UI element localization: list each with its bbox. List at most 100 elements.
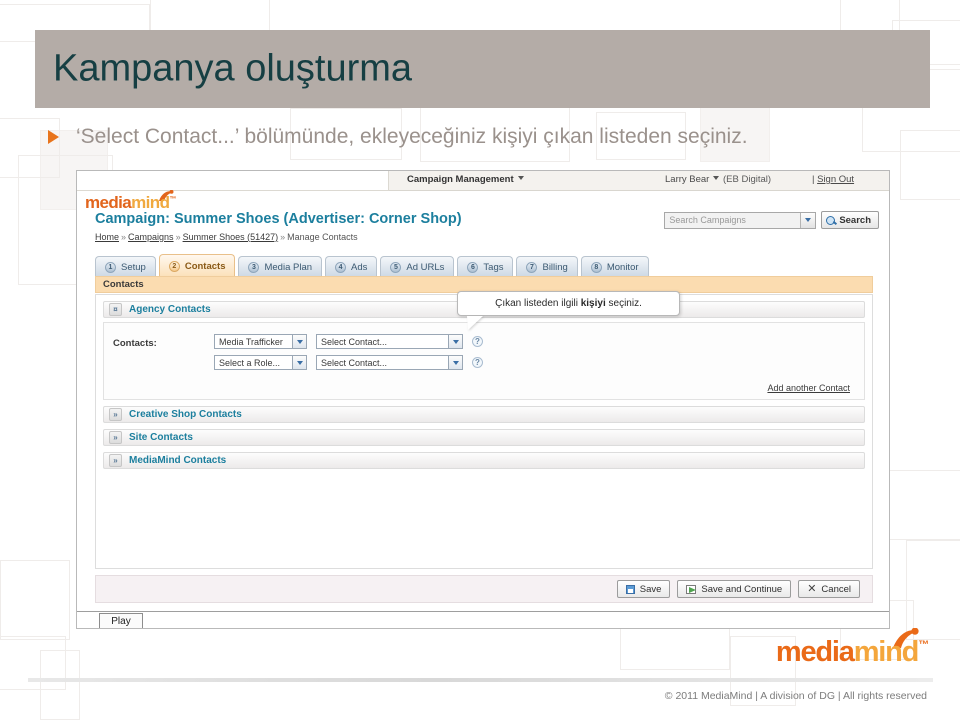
dropdown-toggle[interactable] [448, 356, 462, 369]
tab-media-plan[interactable]: 3 Media Plan [238, 256, 323, 277]
mediamind-footer-logo: mediamind™ [776, 636, 929, 669]
section-header-mediamind-contacts[interactable]: » MediaMind Contacts [103, 452, 865, 469]
contact-select-1-value: Select Contact... [321, 336, 388, 347]
tab-number: 6 [467, 261, 479, 273]
save-button[interactable]: Save [616, 580, 671, 598]
sign-out-link[interactable]: | Sign Out [812, 174, 854, 185]
watermark-rect [150, 0, 270, 32]
tab-bar: 1 Setup 2 Contacts 3 Media Plan 4 Ads 5 Ad UR… [95, 253, 649, 277]
chevron-down-icon [713, 176, 720, 180]
user-menu[interactable]: Larry Bear [665, 174, 720, 185]
floppy-disk-icon [625, 584, 635, 594]
save-and-continue-button[interactable]: Save and Continue [677, 580, 792, 598]
footer-divider [28, 678, 933, 682]
expand-toggle-icon[interactable]: » [109, 431, 122, 444]
mediamind-logo: mediamind™ [85, 193, 176, 213]
sign-out-label: Sign Out [817, 174, 855, 185]
expand-toggle-icon[interactable]: » [109, 454, 122, 467]
cancel-button[interactable]: ✕ Cancel [798, 580, 860, 598]
tab-monitor[interactable]: 8 Monitor [580, 256, 649, 277]
tab-label: Billing [542, 261, 568, 273]
tab-number: 3 [248, 261, 260, 273]
tab-number: 4 [335, 261, 347, 273]
tab-number: 8 [590, 261, 602, 273]
tab-label: Setup [121, 261, 146, 273]
close-x-icon: ✕ [807, 582, 817, 595]
tab-label: Tags [483, 261, 504, 273]
tab-billing[interactable]: 7 Billing [516, 256, 578, 277]
tab-number: 7 [526, 261, 538, 273]
tab-contacts[interactable]: 2 Contacts [158, 254, 236, 277]
bullet-row: ‘Select Contact...’ bölümünde, ekleyeceğ… [35, 118, 935, 156]
form-action-bar: Save Save and Continue ✕ Cancel [95, 575, 873, 603]
app-topbar: Campaign Management Larry Bear (EB Digit… [77, 171, 889, 191]
breadcrumb-item-current: Manage Contacts [287, 232, 358, 242]
tab-setup[interactable]: 1 Setup [95, 256, 156, 277]
search-button[interactable]: Search [821, 211, 879, 229]
section-title: Site Contacts [129, 432, 193, 443]
collapse-toggle-icon[interactable]: ¤ [109, 303, 122, 316]
chevron-down-icon [805, 218, 812, 222]
bullet-triangle-icon [48, 130, 59, 144]
tab-label: Media Plan [264, 261, 313, 273]
contact-select-2[interactable]: Select Contact... [316, 355, 463, 370]
bullet-text: ‘Select Contact...’ bölümünde, ekleyeceğ… [76, 125, 748, 148]
copyright-text: © 2011 MediaMind | A division of DG | Al… [664, 690, 927, 702]
role-select-1[interactable]: Media Trafficker [214, 334, 307, 349]
tooltip-prefix: Çıkan listeden ilgili [495, 298, 581, 309]
tab-tags[interactable]: 6 Tags [457, 256, 514, 277]
breadcrumb: Home» Campaigns» Summer Shoes (51427)» Mana… [95, 232, 358, 242]
dropdown-toggle[interactable] [292, 335, 306, 348]
expand-toggle-icon[interactable]: » [109, 408, 122, 421]
tab-ad-urls[interactable]: 5 Ad URLs [380, 256, 455, 277]
footer-logo-part-2: mind [853, 636, 920, 668]
embedded-app-screenshot: Campaign Management Larry Bear (EB Digit… [76, 170, 890, 629]
search-dropdown-toggle[interactable] [800, 212, 816, 228]
watermark-rect [0, 560, 70, 640]
chevron-down-icon [296, 339, 303, 344]
dropdown-toggle[interactable] [448, 335, 462, 348]
play-button[interactable]: Play [99, 613, 143, 628]
section-title: MediaMind Contacts [129, 455, 227, 466]
section-header-site-contacts[interactable]: » Site Contacts [103, 429, 865, 446]
org-label: (EB Digital) [723, 174, 772, 185]
dropdown-toggle[interactable] [292, 356, 306, 369]
search-placeholder: Search Campaigns [669, 215, 746, 225]
contacts-field-label: Contacts: [113, 338, 157, 349]
add-another-contact-link[interactable]: Add another Contact [767, 383, 850, 393]
logo-tm: ™ [169, 196, 176, 203]
search-input[interactable]: Search Campaigns [664, 211, 817, 229]
tab-number: 2 [168, 260, 180, 272]
cancel-button-label: Cancel [821, 583, 851, 595]
chevron-down-icon [296, 360, 303, 365]
breadcrumb-separator: » [175, 232, 181, 242]
breadcrumb-item-campaign[interactable]: Summer Shoes (51427) [183, 232, 279, 242]
logo-part-1: media [85, 193, 132, 212]
tooltip-tail [467, 316, 483, 330]
search-area: Search Campaigns Search [664, 211, 879, 229]
watermark-rect [620, 624, 730, 670]
contacts-content-card: ¤ Agency Contacts Contacts: Media Traffi… [95, 294, 873, 569]
save-button-label: Save [639, 583, 662, 595]
watermark-rect [906, 540, 960, 640]
help-icon[interactable]: ? [472, 357, 483, 368]
save-and-continue-label: Save and Continue [701, 583, 783, 595]
magnifier-icon [826, 215, 836, 225]
tooltip-callout: Çıkan listeden ilgili kişiyi seçiniz. [457, 291, 680, 330]
section-title: Agency Contacts [129, 304, 211, 315]
contact-select-1[interactable]: Select Contact... [316, 334, 463, 349]
tab-ads[interactable]: 4 Ads [325, 256, 378, 277]
breadcrumb-item-home[interactable]: Home [95, 232, 119, 242]
tab-label: Ads [351, 261, 368, 273]
sign-out-separator: | [812, 174, 815, 185]
campaign-management-label: Campaign Management [407, 174, 514, 185]
help-icon[interactable]: ? [472, 336, 483, 347]
chevron-down-icon [452, 339, 459, 344]
section-header-creative-shop-contacts[interactable]: » Creative Shop Contacts [103, 406, 865, 423]
watermark-rect [880, 470, 960, 540]
breadcrumb-item-campaigns[interactable]: Campaigns [128, 232, 174, 242]
contact-row: Select a Role... Select Contact... ? [214, 355, 483, 370]
role-select-2[interactable]: Select a Role... [214, 355, 307, 370]
campaign-management-menu[interactable]: Campaign Management [407, 174, 524, 185]
tooltip-suffix: seçiniz. [605, 298, 642, 309]
